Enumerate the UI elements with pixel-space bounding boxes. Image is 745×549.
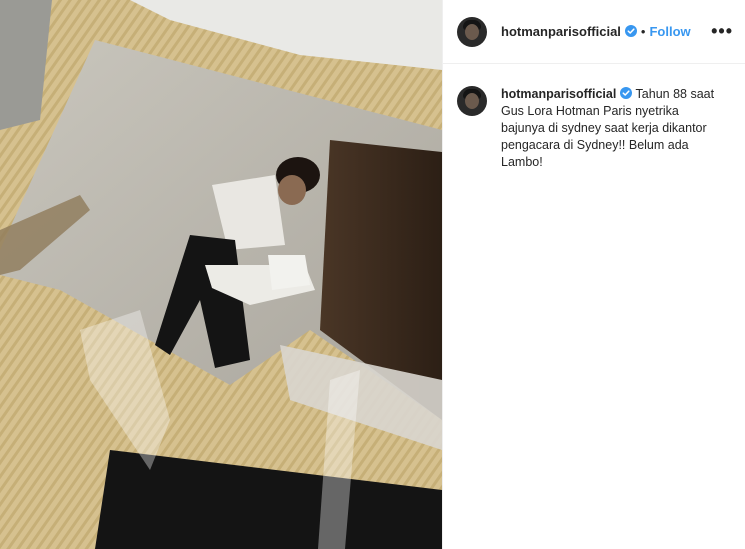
caption-avatar[interactable] bbox=[457, 86, 487, 116]
verified-badge-icon bbox=[624, 25, 637, 37]
separator-dot: • bbox=[640, 24, 646, 39]
caption-line: Tahun 88 saat bbox=[635, 87, 715, 101]
post-sidebar: hotmanparisofficial • Follow ••• hotmanp… bbox=[442, 0, 745, 549]
post-photo[interactable] bbox=[0, 0, 442, 549]
caption-line: Lambo! bbox=[501, 155, 543, 169]
caption-line: pengacara di Sydney!! Belum ada bbox=[501, 138, 689, 152]
caption-line: Gus Lora Hotman Paris nyetrika bbox=[501, 104, 679, 118]
photo-image bbox=[0, 0, 442, 549]
author-avatar[interactable] bbox=[457, 16, 487, 47]
instagram-post: hotmanparisofficial • Follow ••• hotmanp… bbox=[0, 0, 745, 549]
caption-text: hotmanparisofficial Tahun 88 saat Gus Lo… bbox=[501, 86, 729, 171]
caption-line: bajunya di sydney saat kerja dikantor bbox=[501, 121, 707, 135]
verified-badge-icon bbox=[620, 87, 633, 99]
post-header: hotmanparisofficial • Follow ••• bbox=[443, 0, 745, 64]
author-username-text[interactable]: hotmanparisofficial bbox=[501, 24, 621, 39]
author-username[interactable]: hotmanparisofficial bbox=[501, 24, 637, 39]
caption-comment: hotmanparisofficial Tahun 88 saat Gus Lo… bbox=[443, 64, 745, 171]
more-options-icon[interactable]: ••• bbox=[711, 22, 733, 40]
caption-username[interactable]: hotmanparisofficial bbox=[501, 87, 616, 101]
follow-button[interactable]: Follow bbox=[649, 24, 690, 39]
